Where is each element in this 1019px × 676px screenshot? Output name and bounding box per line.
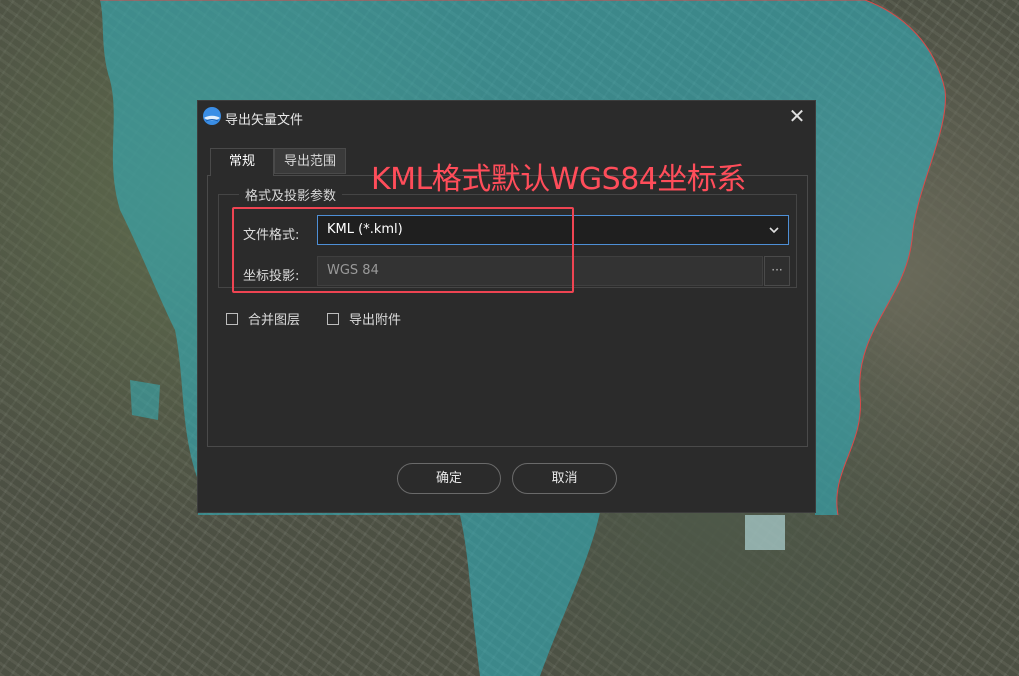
projection-browse-button[interactable]: ··· — [764, 256, 790, 286]
ok-button[interactable]: 确定 — [397, 463, 501, 494]
close-icon: ✕ — [788, 104, 806, 128]
checkbox-box[interactable] — [327, 312, 339, 325]
tab-general[interactable]: 常规 — [210, 148, 274, 176]
merge-layers-checkbox[interactable]: 合并图层 — [226, 309, 300, 328]
export-attachments-checkbox[interactable]: 导出附件 — [327, 309, 401, 328]
annotation-highlight-box — [232, 207, 574, 293]
app-logo-icon — [203, 107, 221, 125]
tab-export-range[interactable]: 导出范围 — [274, 148, 346, 174]
group-title: 格式及投影参数 — [239, 185, 343, 204]
dialog-titlebar[interactable]: 导出矢量文件 ✕ — [198, 101, 815, 133]
cancel-button[interactable]: 取消 — [512, 463, 617, 494]
chevron-down-icon — [769, 227, 779, 234]
close-button[interactable]: ✕ — [785, 105, 809, 129]
checkbox-box[interactable] — [226, 312, 238, 325]
annotation-caption: KML格式默认WGS84坐标系 — [371, 162, 746, 197]
export-attachments-label: 导出附件 — [349, 313, 402, 328]
dialog-title: 导出矢量文件 — [225, 113, 304, 128]
merge-layers-label: 合并图层 — [248, 313, 301, 328]
